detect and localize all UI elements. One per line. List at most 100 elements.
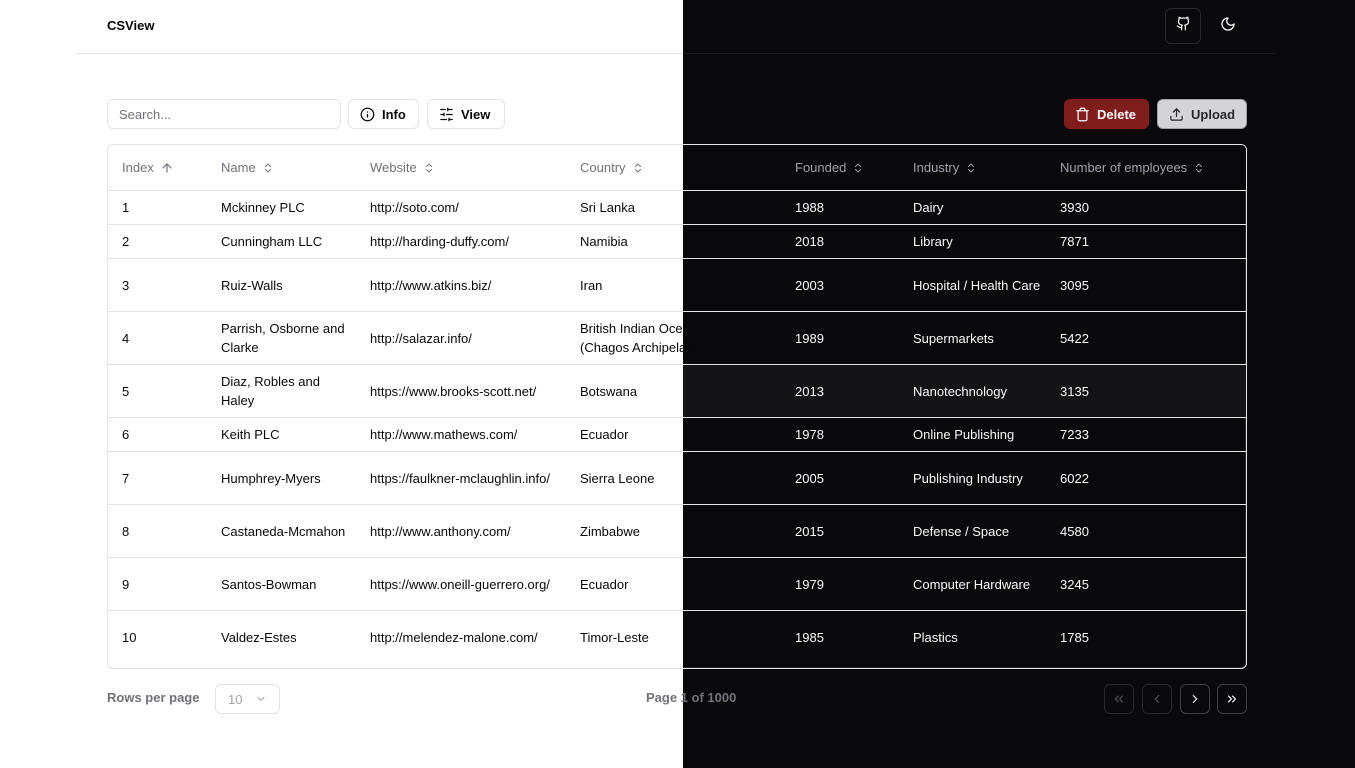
sort-icon[interactable]	[632, 162, 644, 174]
table-cell: http://salazar.info/	[370, 330, 472, 346]
view-button-label: View	[461, 106, 491, 122]
table-cell: 2003	[795, 277, 824, 293]
table-cell: 7871	[1060, 234, 1089, 249]
table-cell: 4	[122, 330, 130, 346]
next-page-button[interactable]	[1180, 684, 1210, 714]
table-cell: https://faulkner-mclaughlin.info/	[370, 470, 550, 486]
column-header-label: Website	[370, 160, 417, 175]
table-cell: 1989	[795, 330, 824, 346]
view-button[interactable]: View	[427, 99, 505, 129]
last-page-button[interactable]	[1217, 684, 1247, 714]
header-divider	[76, 53, 1276, 54]
table-cell: Dairy	[913, 200, 944, 215]
table-row[interactable]: 8 Castaneda-Mcmahon http://www.anthony.com…	[108, 505, 1246, 558]
table-cell: Plastics	[913, 629, 958, 645]
delete-button[interactable]: Delete	[1064, 99, 1149, 129]
table-row[interactable]: 10 Valdez-Estes http://melendez-malone.com…	[108, 611, 1246, 664]
page-info-total: of 1000	[687, 690, 737, 705]
table-row[interactable]: 3 Ruiz-Walls http://www.atkins.biz/Iran 200…	[108, 259, 1246, 312]
chevron-down-icon	[255, 693, 267, 705]
table-cell: 1988	[795, 200, 824, 215]
table-cell: Cunningham LLC	[221, 234, 323, 249]
table-row[interactable]: 6 Keith PLC http://www.mathews.com/Ecuador…	[108, 418, 1246, 452]
column-header[interactable]: Number of employees	[1046, 145, 1246, 191]
rows-per-page-select[interactable]: 10	[215, 684, 280, 714]
table-cell: 5	[122, 383, 130, 399]
first-page-button[interactable]	[1104, 684, 1134, 714]
table-row[interactable]: 4 Parrish, Osborne and Clarke http://salaz…	[108, 312, 1246, 365]
table-cell: Iran	[580, 277, 603, 293]
column-header-label: Founded	[795, 160, 847, 175]
table-cell: https://www.oneill-guerrero.org/	[370, 576, 550, 592]
theme-toggle-button[interactable]	[1210, 8, 1246, 44]
table-cell: Castaneda-Mcmahon	[221, 523, 346, 539]
trash-icon	[1075, 107, 1090, 122]
info-button[interactable]: Info	[348, 99, 419, 129]
table-cell: Zimbabwe	[580, 523, 640, 539]
column-header-label: Name	[221, 160, 256, 175]
column-header[interactable]: Founded	[781, 145, 899, 191]
sort-icon[interactable]	[852, 162, 864, 174]
table-cell: 6	[122, 427, 130, 442]
table-cell: Sierra Leone	[580, 470, 655, 486]
table-cell: Keith PLC	[221, 427, 280, 442]
column-header-label: Index	[122, 160, 154, 175]
sort-asc-icon[interactable]	[160, 161, 174, 175]
column-header[interactable]: Country	[566, 145, 781, 191]
column-header[interactable]: Name	[207, 145, 356, 191]
table-cell: 3245	[1060, 576, 1089, 592]
upload-button[interactable]: Upload	[1157, 99, 1247, 129]
table-row[interactable]: 7 Humphrey-Myers https://faulkner-mclaughl…	[108, 452, 1246, 505]
table-row[interactable]: 9 Santos-Bowman https://www.oneill-guerrer…	[108, 558, 1246, 611]
column-header[interactable]: Index	[108, 145, 207, 191]
sort-icon[interactable]	[1193, 162, 1205, 174]
table-cell: Ruiz-Walls	[221, 277, 283, 293]
table-cell: 3135	[1060, 383, 1089, 399]
rows-per-page-value: 10	[228, 691, 243, 707]
sort-icon[interactable]	[262, 162, 274, 174]
previous-page-button[interactable]	[1142, 684, 1172, 714]
delete-button-label: Delete	[1097, 106, 1137, 122]
table-cell: 2018	[795, 234, 824, 249]
search-input[interactable]	[107, 99, 341, 129]
app-title[interactable]: CSView	[107, 18, 154, 33]
table-cell: Computer Hardware	[913, 576, 1031, 592]
table-cell: Parrish, Osborne and Clarke	[221, 321, 345, 355]
table-cell: Library	[913, 234, 953, 249]
table-row[interactable]: 5 Diaz, Robles and Haley https://www.brook…	[108, 364, 1246, 418]
table-cell: Supermarkets	[913, 330, 994, 346]
table-cell: Nanotechnology	[913, 383, 1007, 399]
column-header-label: Country	[580, 160, 626, 175]
table-cell: Timor-Leste	[580, 629, 649, 645]
table-cell: Namibia	[580, 234, 628, 249]
table-cell: Santos-Bowman	[221, 576, 317, 592]
table-cell: 2	[122, 234, 130, 249]
table-cell: Diaz, Robles and Haley	[221, 374, 320, 408]
table-cell: 2005	[795, 470, 824, 486]
table-cell: 3095	[1060, 277, 1089, 293]
table-cell: 8	[122, 523, 130, 539]
column-header[interactable]: Industry	[899, 145, 1046, 191]
table-row[interactable]: 2 Cunningham LLC http://harding-duffy.com/…	[108, 225, 1246, 259]
data-table: Index Name Website Country Founded Industry Nu…	[107, 144, 1247, 669]
table-cell: http://www.mathews.com/	[370, 427, 518, 442]
table-cell: 5422	[1060, 330, 1089, 346]
table-cell: 1	[122, 200, 130, 215]
sliders-icon	[439, 107, 454, 122]
sort-icon[interactable]	[965, 162, 977, 174]
sort-icon[interactable]	[423, 162, 435, 174]
table-row[interactable]: 1 Mckinney PLC http://soto.com/Sri Lanka 19…	[108, 191, 1246, 225]
column-header[interactable]: Website	[356, 145, 566, 191]
github-button[interactable]	[1165, 8, 1201, 44]
table-cell: http://soto.com/	[370, 200, 459, 215]
table-cell: Hospital / Health Care	[913, 277, 1041, 293]
rows-per-page-label: Rows per page	[107, 690, 200, 705]
page-info: Page 1 of 1000	[646, 690, 736, 705]
chevrons-right-icon	[1225, 692, 1239, 706]
table-cell: http://melendez-malone.com/	[370, 629, 538, 645]
table-cell: 7	[122, 470, 130, 486]
table-cell: Online Publishing	[913, 427, 1015, 442]
table-cell: 2013	[795, 383, 824, 399]
table-cell: 9	[122, 576, 130, 592]
table-cell: Mckinney PLC	[221, 200, 305, 215]
